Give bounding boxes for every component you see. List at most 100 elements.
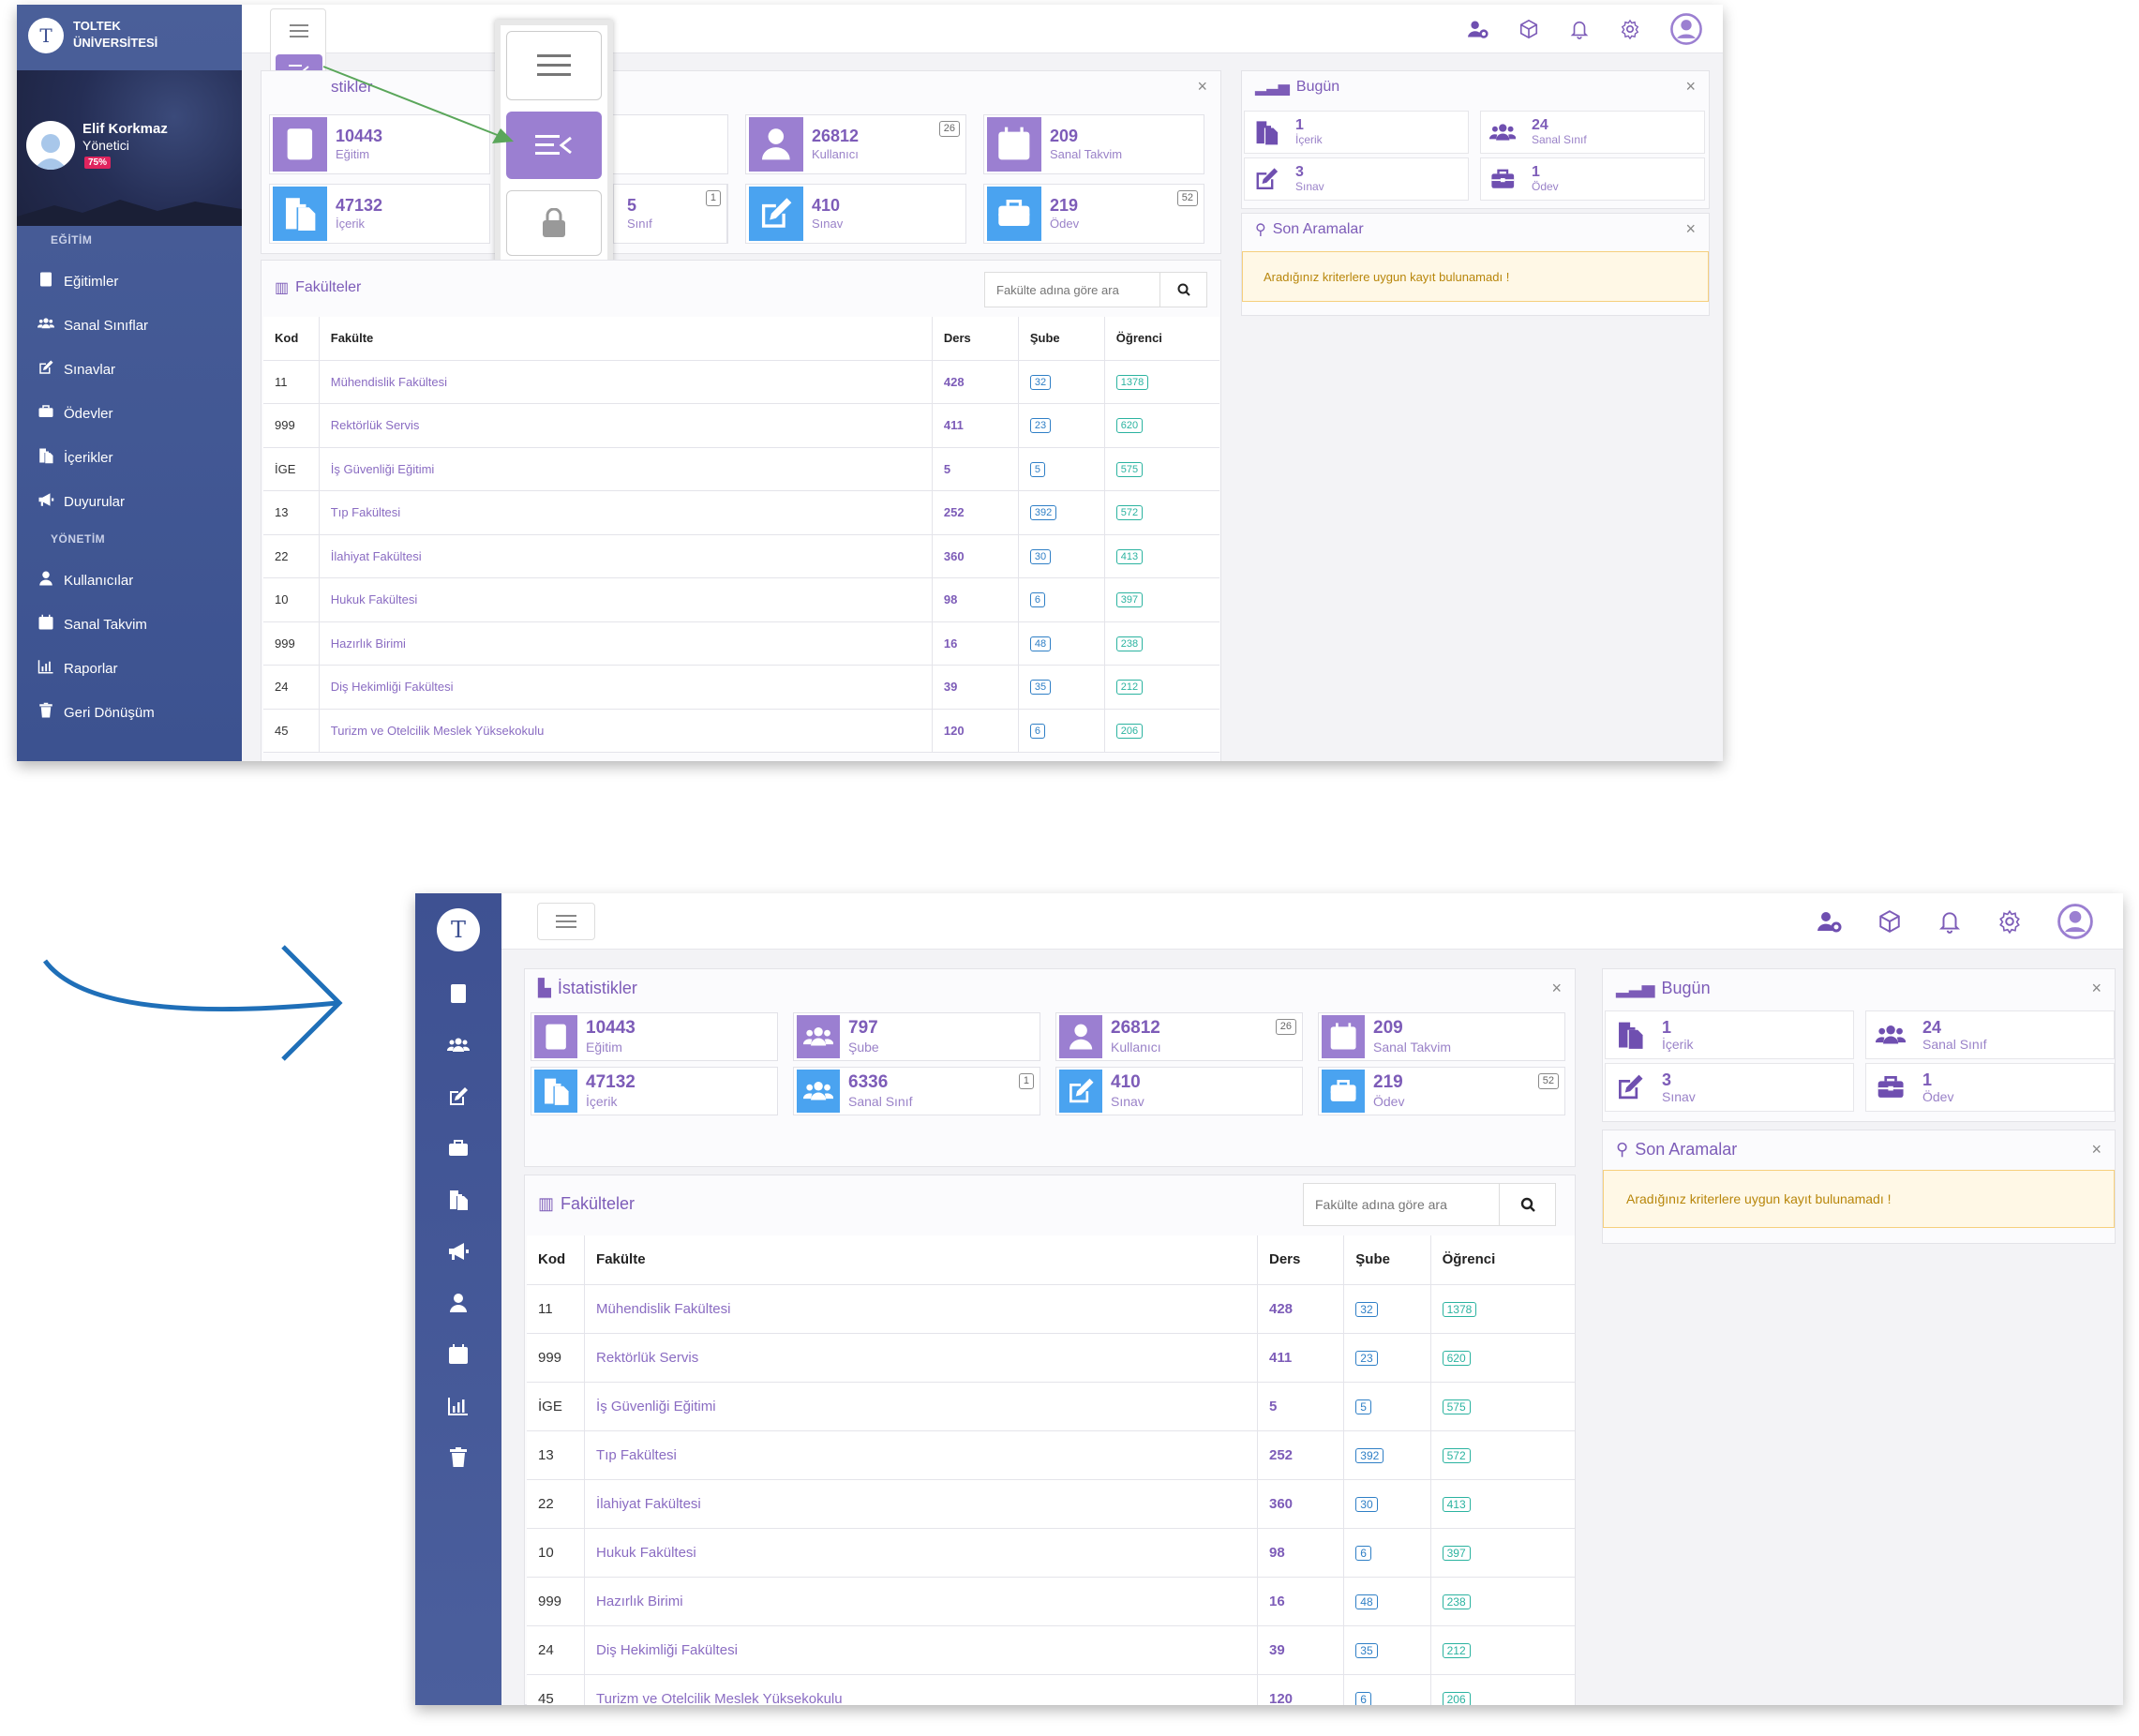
users-icon[interactable] [444,1031,472,1059]
faculty-search-input[interactable] [1304,1184,1500,1225]
table-cell[interactable]: Rektörlük Servis [584,1333,1258,1383]
sidebar-item-9[interactable]: Raporlar [37,658,118,679]
stat-tile[interactable]: 219 Ödev 52 [1318,1067,1565,1115]
column-header[interactable]: Kod [263,317,320,361]
sidebar-item-8[interactable]: Sanal Takvim [37,614,147,635]
column-header[interactable]: Öğrenci [1429,1235,1575,1285]
column-header[interactable]: Ders [931,317,1019,361]
stat-tile[interactable]: 209 Sanal Takvim [1318,1012,1565,1061]
passport-icon[interactable] [444,980,472,1008]
column-header[interactable]: Fakülte [318,317,933,361]
table-row[interactable]: 45 Turizm ve Otelcilik Meslek Yüksekokulu… [263,709,1219,753]
today-tile[interactable]: 1 Ödev [1480,157,1705,201]
table-row[interactable]: İGE İş Güvenliği Eğitimi 5 5 575 [527,1382,1575,1431]
cube-icon[interactable] [1518,19,1539,39]
table-row[interactable]: 13 Tıp Fakültesi 252 392 572 [527,1430,1575,1480]
table-cell[interactable]: İlahiyat Fakültesi [318,534,933,578]
table-cell[interactable]: Mühendislik Fakültesi [318,360,933,404]
search-button[interactable] [1499,1184,1555,1225]
megaphone-icon[interactable] [444,1237,472,1265]
calendar-icon[interactable] [444,1340,472,1369]
column-header[interactable]: Şube [1017,317,1105,361]
table-cell[interactable]: Hukuk Fakültesi [318,577,933,622]
table-row[interactable]: 10 Hukuk Fakültesi 98 6 397 [263,577,1219,622]
briefcase-icon[interactable] [444,1134,472,1162]
sidebar-item-1[interactable]: Eğitimler [37,271,118,292]
stat-tile[interactable]: 209 Sanal Takvim [983,114,1204,174]
stat-tile[interactable]: 47132 İçerik [531,1067,778,1115]
table-row[interactable]: 24 Diş Hekimliği Fakültesi 39 35 212 [527,1625,1575,1675]
gear-icon[interactable] [1620,19,1640,39]
user-cog-icon[interactable] [1468,19,1488,39]
close-icon[interactable]: × [1685,219,1696,239]
stat-tile[interactable]: 6336Sanal Sınıf 1 [793,1067,1040,1115]
sidebar-item-2[interactable]: Sanal Sınıflar [37,315,148,336]
today-tile[interactable]: 1 Ödev [1865,1063,2115,1112]
trash-icon[interactable] [444,1444,472,1472]
avatar[interactable] [26,121,75,170]
zoom-lock-button[interactable] [506,190,602,256]
today-tile[interactable]: 1 İçerik [1244,111,1469,154]
table-row[interactable]: 45 Turizm ve Otelcilik Meslek Yüksekokulu… [527,1674,1575,1705]
table-row[interactable]: 11 Mühendislik Fakültesi 428 32 1378 [263,360,1219,404]
sidebar-item-10[interactable]: Geri Dönüşüm [37,702,155,723]
table-row[interactable]: 999 Rektörlük Servis 411 23 620 [263,403,1219,448]
column-header[interactable]: Kod [527,1235,585,1285]
table-row[interactable]: 999 Hazırlık Birimi 16 48 238 [263,621,1219,666]
table-cell[interactable]: Mühendislik Fakültesi [584,1284,1258,1334]
table-row[interactable]: 10 Hukuk Fakültesi 98 6 397 [527,1528,1575,1578]
table-row[interactable]: 11 Mühendislik Fakültesi 428 32 1378 [527,1284,1575,1334]
table-cell[interactable]: Rektörlük Servis [318,403,933,448]
table-row[interactable]: 999 Rektörlük Servis 411 23 620 [527,1333,1575,1383]
search-button[interactable] [1159,273,1206,307]
table-cell[interactable]: İş Güvenliği Eğitimi [584,1382,1258,1431]
close-icon[interactable]: × [2091,1140,2102,1160]
close-icon[interactable]: × [1685,77,1696,97]
cube-icon[interactable] [1877,909,1902,934]
stat-tile[interactable]: 219 Ödev 52 [983,184,1204,244]
table-cell[interactable]: İlahiyat Fakültesi [584,1479,1258,1529]
today-tile[interactable]: 24 Sanal Sınıf [1480,111,1705,154]
sidebar-item-3[interactable]: Sınavlar [37,359,115,380]
close-icon[interactable]: × [1197,77,1207,97]
files-icon[interactable] [444,1186,472,1214]
stat-tile[interactable]: 410 Sınav [1055,1067,1303,1115]
bell-icon[interactable] [1937,909,1962,934]
column-header[interactable]: Fakülte [584,1235,1258,1285]
university-logo[interactable]: T [437,908,480,951]
column-header[interactable]: Öğrenci [1103,317,1219,361]
table-row[interactable]: İGE İş Güvenliği Eğitimi 5 5 575 [263,447,1219,491]
stat-tile[interactable]: 10443 Eğitim [531,1012,778,1061]
today-tile[interactable]: 3 Sınav [1605,1063,1854,1112]
stat-tile[interactable]: 410 Sınav [745,184,966,244]
bell-icon[interactable] [1569,19,1590,39]
today-tile[interactable]: 1 İçerik [1605,1010,1854,1059]
column-header[interactable]: Şube [1343,1235,1431,1285]
today-tile[interactable]: 3 Sınav [1244,157,1469,201]
university-logo[interactable]: T [28,18,64,53]
close-icon[interactable]: × [1551,979,1562,998]
stat-tile[interactable]: 47132 İçerik [269,184,490,244]
sidebar-item-4[interactable]: Ödevler [37,403,113,424]
close-icon[interactable]: × [2091,979,2102,998]
profile-icon[interactable] [2057,903,2093,939]
column-header[interactable]: Ders [1256,1235,1344,1285]
table-cell[interactable]: Tıp Fakültesi [318,490,933,535]
table-row[interactable]: 999 Hazırlık Birimi 16 48 238 [527,1577,1575,1626]
table-row[interactable]: 13 Tıp Fakültesi 252 392 572 [263,490,1219,535]
stat-tile[interactable]: 797 Şube [793,1012,1040,1061]
user-cog-icon[interactable] [1817,909,1842,934]
edit-icon[interactable] [444,1083,472,1111]
gear-icon[interactable] [1997,909,2022,934]
hamburger-button[interactable] [280,19,318,43]
user-icon[interactable] [444,1289,472,1317]
sidebar-item-5[interactable]: İçerikler [37,447,113,468]
table-cell[interactable]: Diş Hekimliği Fakültesi [318,665,933,710]
faculty-search-input[interactable] [985,273,1159,307]
stat-tile[interactable]: 26812 Kullanıcı 26 [745,114,966,174]
table-cell[interactable]: Hazırlık Birimi [318,621,933,666]
sidebar-item-6[interactable]: Duyurular [37,491,125,512]
table-row[interactable]: 24 Diş Hekimliği Fakültesi 39 35 212 [263,665,1219,710]
stat-tile-partial[interactable]: 5 Sınıf 1 [613,184,727,244]
table-cell[interactable]: Diş Hekimliği Fakültesi [584,1625,1258,1675]
